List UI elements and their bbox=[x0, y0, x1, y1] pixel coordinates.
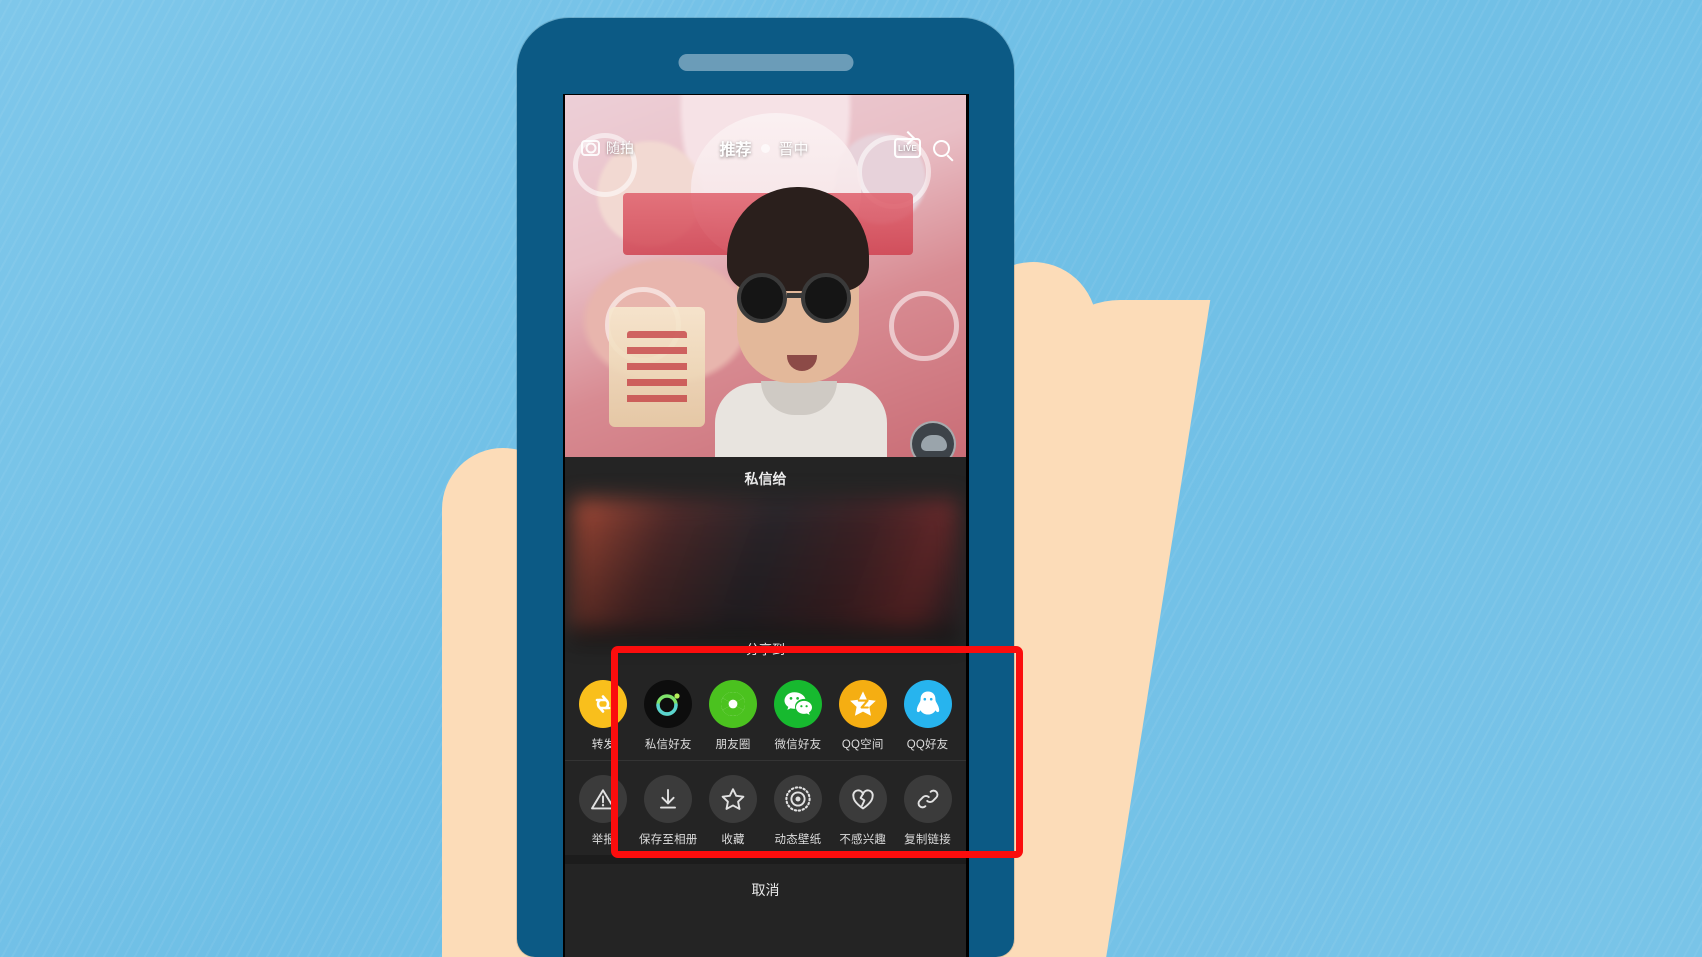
top-navigation-bar: 随拍 推荐 晋中 LIVE bbox=[565, 127, 966, 169]
camera-icon bbox=[581, 140, 600, 156]
share-sheet: 私信给 分享到 转发 私信好友 朋友圈 微信好友 QQ空间 QQ好友 举报 保存… bbox=[565, 457, 966, 957]
share-option-copy-link[interactable]: 复制链接 bbox=[897, 775, 959, 847]
report-warning-icon bbox=[579, 775, 628, 823]
download-icon bbox=[644, 775, 693, 823]
phone-screen: 随拍 推荐 晋中 LIVE 私信给 分享到 转发 私信好友 朋友圈 微信好友 Q… bbox=[563, 94, 969, 957]
scroll-text-graphic bbox=[627, 331, 687, 405]
share-option-save-to-album[interactable]: 保存至相册 bbox=[637, 775, 699, 847]
share-option-label: QQ好友 bbox=[906, 739, 949, 751]
phone-device: 随拍 推荐 晋中 LIVE 私信给 分享到 转发 私信好友 朋友圈 微信好友 Q… bbox=[517, 18, 1014, 957]
tab-recommend[interactable]: 推荐 bbox=[719, 136, 751, 160]
live-wallpaper-icon bbox=[773, 775, 822, 823]
share-option-direct-message[interactable]: 私信好友 bbox=[637, 680, 699, 752]
share-option-label: 微信好友 bbox=[774, 739, 822, 751]
share-option-report[interactable]: 举报 bbox=[572, 775, 634, 847]
share-option-wechat[interactable]: 微信好友 bbox=[767, 680, 829, 752]
share-option-label: 复制链接 bbox=[904, 834, 951, 846]
share-option-label: 保存至相册 bbox=[638, 834, 698, 846]
search-icon[interactable] bbox=[933, 139, 950, 157]
share-option-label: 收藏 bbox=[721, 834, 745, 846]
cancel-button[interactable]: 取消 bbox=[565, 864, 966, 916]
nav-tabs: 推荐 晋中 bbox=[634, 136, 894, 160]
sheet-divider bbox=[565, 855, 966, 864]
star-icon bbox=[709, 775, 758, 823]
repost-icon bbox=[579, 680, 628, 728]
share-option-label: 转发 bbox=[591, 739, 616, 751]
video-feed[interactable]: 随拍 推荐 晋中 LIVE bbox=[565, 95, 966, 457]
share-row-primary: 转发 私信好友 朋友圈 微信好友 QQ空间 QQ好友 bbox=[565, 666, 966, 760]
direct-message-icon bbox=[644, 680, 693, 728]
qq-icon bbox=[903, 680, 952, 728]
nav-right-actions: LIVE bbox=[894, 138, 950, 158]
share-option-favorite[interactable]: 收藏 bbox=[702, 775, 764, 847]
direct-message-title: 私信给 bbox=[744, 471, 787, 487]
share-option-repost[interactable]: 转发 bbox=[572, 680, 634, 752]
person-hair bbox=[727, 187, 869, 291]
nav-camera-label: 随拍 bbox=[606, 140, 634, 156]
tab-separator-dot-icon bbox=[760, 143, 770, 153]
share-option-label: 不感兴趣 bbox=[839, 834, 887, 846]
share-option-label: 举报 bbox=[591, 834, 616, 846]
tab-city[interactable]: 晋中 bbox=[779, 138, 809, 159]
share-row-secondary: 举报 保存至相册 收藏 动态壁纸 不感兴趣 复制链接 bbox=[565, 760, 966, 855]
nav-camera-button[interactable]: 随拍 bbox=[581, 138, 634, 158]
share-option-not-interested[interactable]: 不感兴趣 bbox=[832, 775, 894, 847]
share-option-qq[interactable]: QQ好友 bbox=[897, 680, 959, 752]
decor-coin-icon bbox=[889, 291, 959, 361]
qzone-icon bbox=[838, 680, 887, 728]
share-option-label: 动态壁纸 bbox=[774, 834, 822, 846]
direct-message-blur-overlay bbox=[573, 515, 958, 645]
share-to-label: 分享到 bbox=[745, 642, 785, 657]
link-icon bbox=[903, 775, 952, 823]
share-option-wechat-moments[interactable]: 朋友圈 bbox=[702, 680, 764, 752]
share-options-grid: 转发 私信好友 朋友圈 微信好友 QQ空间 QQ好友 举报 保存至相册 收藏 动… bbox=[565, 660, 966, 855]
speaker-grille bbox=[678, 54, 853, 71]
person-in-video bbox=[713, 187, 887, 457]
share-option-label: 私信好友 bbox=[644, 739, 692, 751]
sunglasses-bridge bbox=[787, 293, 805, 298]
wechat-icon bbox=[773, 680, 822, 728]
sunglasses-right-lens bbox=[801, 273, 851, 323]
share-option-qzone[interactable]: QQ空间 bbox=[832, 680, 894, 752]
live-icon[interactable]: LIVE bbox=[894, 138, 921, 158]
share-option-label: QQ空间 bbox=[841, 739, 884, 751]
broken-heart-icon bbox=[838, 775, 887, 823]
wechat-moments-icon bbox=[709, 680, 758, 728]
share-option-label: 朋友圈 bbox=[715, 739, 751, 751]
sunglasses-left-lens bbox=[737, 273, 787, 323]
share-option-live-wallpaper[interactable]: 动态壁纸 bbox=[767, 775, 829, 847]
